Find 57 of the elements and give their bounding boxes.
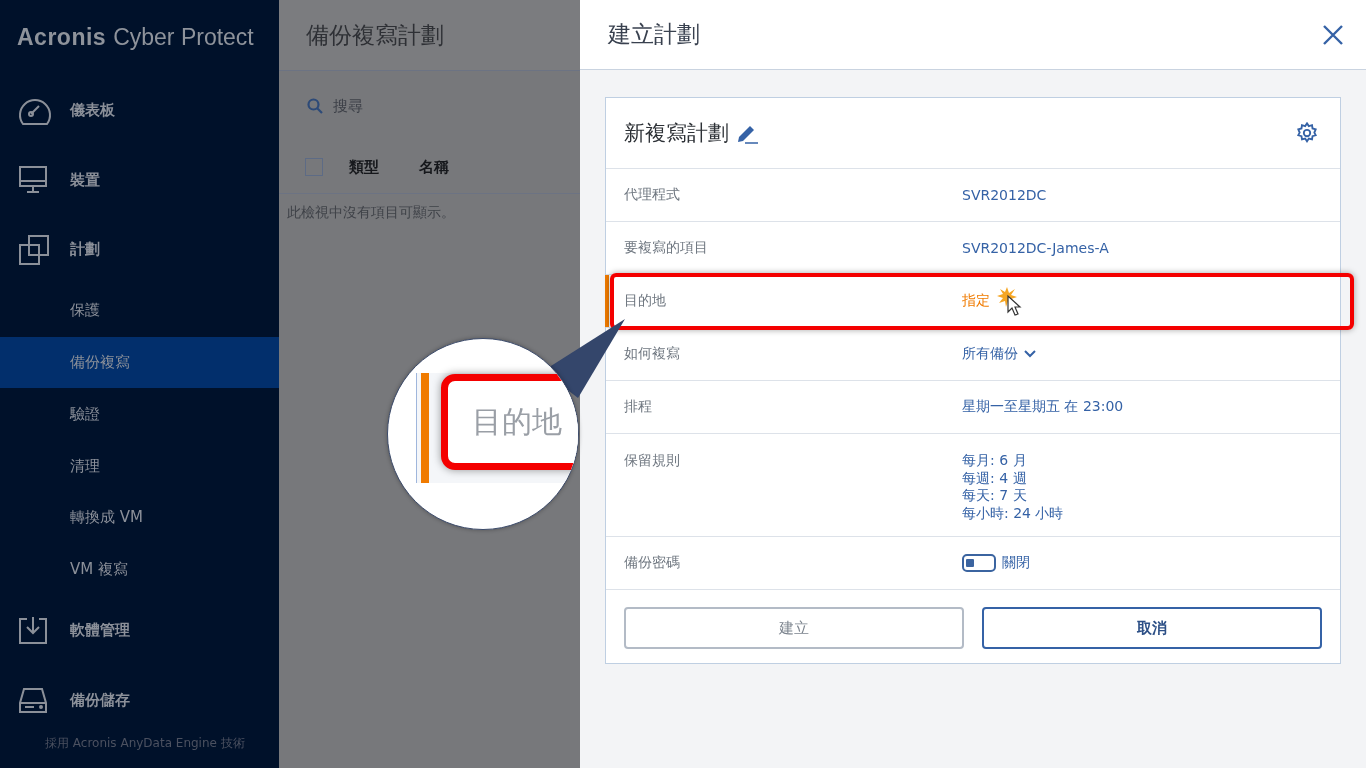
row-label: 排程 <box>624 398 653 416</box>
replication-mode-dropdown[interactable]: 所有備份 <box>962 345 1018 363</box>
row-value-link[interactable]: SVR2012DC-James-A <box>962 240 1109 256</box>
magnified-label: 目的地 <box>472 402 562 441</box>
plan-name: 新複寫計劃 <box>624 120 729 147</box>
sidebar-item-label: 儀表板 <box>70 101 115 121</box>
sidebar-item-label: 軟體管理 <box>70 620 130 640</box>
sidebar-item-label: 轉換成 VM <box>70 508 143 528</box>
select-all-checkbox[interactable] <box>305 158 323 176</box>
sidebar-item-label: 計劃 <box>70 240 100 260</box>
sidebar-item-label: 備份複寫 <box>70 353 130 372</box>
row-label: 目的地 <box>624 292 667 310</box>
column-header[interactable]: 類型 <box>349 157 379 177</box>
row-value-link[interactable]: SVR2012DC <box>962 187 1047 203</box>
settings-icon[interactable] <box>1296 122 1318 144</box>
retention-rule-text[interactable]: 每天: 7 天 <box>962 487 1064 505</box>
row-label: 代理程式 <box>624 186 681 204</box>
sidebar-item-label: 保護 <box>70 301 100 321</box>
retention-rule-text[interactable]: 每月: 6 月 <box>962 452 1064 470</box>
sidebar-item[interactable]: 保護 <box>0 284 279 337</box>
sidebar-item[interactable]: 清理 <box>0 440 279 492</box>
row-label: 備份密碼 <box>624 554 681 572</box>
drive-icon <box>18 685 48 716</box>
sidebar-item[interactable]: 儀表板 <box>0 75 279 146</box>
sidebar-item[interactable]: 軟體管理 <box>0 595 279 666</box>
chevron-down-icon <box>1024 350 1036 358</box>
column-header[interactable]: 名稱 <box>419 157 449 177</box>
panel-title: 建立計劃 <box>608 20 700 49</box>
sidebar-item[interactable]: VM 複寫 <box>0 543 279 596</box>
sidebar-item[interactable]: 裝置 <box>0 145 279 216</box>
search-icon <box>307 98 323 114</box>
brand-logo: Acronis Cyber Protect <box>16 23 255 53</box>
cancel-button[interactable]: 取消 <box>982 607 1322 649</box>
download-tray-icon <box>18 615 48 646</box>
powered-by-text: 採用 Acronis AnyData Engine 技術 <box>44 735 246 752</box>
retention-rule-text[interactable]: 每週: 4 週 <box>962 469 1064 487</box>
row-value-link[interactable]: 星期一至星期五 在 23:00 <box>962 398 1124 416</box>
row-label: 保留規則 <box>624 451 681 470</box>
close-button[interactable] <box>1322 23 1344 46</box>
sidebar-item-label: 備份儲存 <box>70 690 130 710</box>
sidebar-item[interactable]: 備份複寫 <box>0 336 279 389</box>
sidebar-item[interactable]: 備份儲存 <box>0 665 279 735</box>
sidebar-item-label: 驗證 <box>70 404 100 424</box>
monitor-icon <box>18 165 48 196</box>
sidebar-item-label: 裝置 <box>70 170 100 190</box>
overlapping-squares-icon <box>18 234 50 266</box>
sidebar-item[interactable]: 驗證 <box>0 388 279 441</box>
sidebar-item[interactable]: 轉換成 VM <box>0 491 279 544</box>
row-label: 如何複寫 <box>624 345 681 363</box>
password-toggle[interactable] <box>962 554 996 572</box>
page-title: 備份複寫計劃 <box>279 0 580 71</box>
toggle-label: 關閉 <box>1002 554 1030 572</box>
row-label: 要複寫的項目 <box>624 239 709 257</box>
sidebar-item-label: 清理 <box>70 456 100 476</box>
sidebar-item[interactable]: 計劃 <box>0 215 279 285</box>
sidebar-item-label: VM 複寫 <box>70 560 128 580</box>
retention-rule-text[interactable]: 每小時: 24 小時 <box>962 504 1064 522</box>
